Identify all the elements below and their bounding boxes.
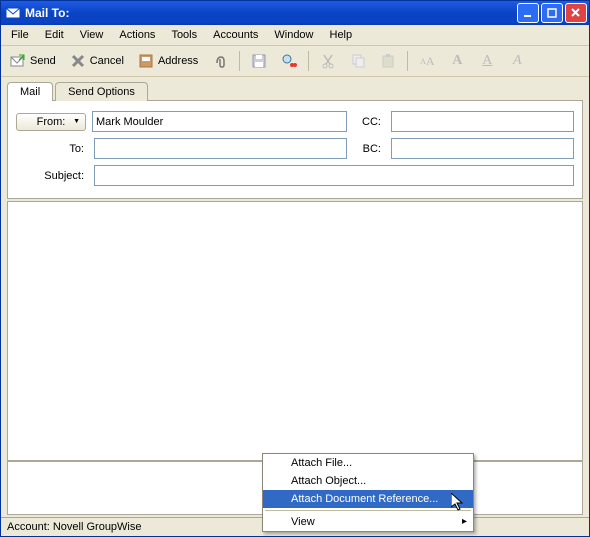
from-input[interactable] xyxy=(92,111,347,132)
menu-accounts[interactable]: Accounts xyxy=(207,27,264,43)
window-title: Mail To: xyxy=(25,6,515,20)
context-menu: Attach File... Attach Object... Attach D… xyxy=(262,453,474,532)
close-button[interactable] xyxy=(565,3,587,23)
menu-file[interactable]: File xyxy=(5,27,35,43)
cancel-button[interactable]: Cancel xyxy=(65,50,129,72)
menu-bar: File Edit View Actions Tools Accounts Wi… xyxy=(1,25,589,46)
ctx-separator xyxy=(265,510,471,511)
to-label: To: xyxy=(16,141,88,157)
italic-button[interactable]: A xyxy=(504,50,530,72)
bc-input[interactable] xyxy=(391,138,574,159)
maximize-button[interactable] xyxy=(541,3,563,23)
address-label: Address xyxy=(158,55,198,67)
send-icon xyxy=(10,53,26,69)
menu-view[interactable]: View xyxy=(74,27,110,43)
header-form: From: CC: To: BC: Subject: xyxy=(7,100,583,199)
paperclip-icon xyxy=(212,53,228,69)
tab-strip: Mail Send Options xyxy=(1,77,589,100)
font-size-button[interactable]: AA xyxy=(414,50,440,72)
underline-icon: A xyxy=(479,53,495,69)
save-button[interactable] xyxy=(246,50,272,72)
menu-window[interactable]: Window xyxy=(268,27,319,43)
tab-mail[interactable]: Mail xyxy=(7,82,53,101)
underline-button[interactable]: A xyxy=(474,50,500,72)
to-input[interactable] xyxy=(94,138,347,159)
app-icon xyxy=(5,5,21,21)
paste-button[interactable] xyxy=(375,50,401,72)
separator xyxy=(308,51,309,71)
menu-edit[interactable]: Edit xyxy=(39,27,70,43)
ctx-view[interactable]: View xyxy=(263,513,473,531)
paste-icon xyxy=(380,53,396,69)
from-dropdown[interactable]: From: xyxy=(16,113,86,131)
ctx-attach-docref[interactable]: Attach Document Reference... xyxy=(263,490,473,508)
toolbar: Send Cancel Address A xyxy=(1,46,589,77)
send-button[interactable]: Send xyxy=(5,50,61,72)
address-button[interactable]: Address xyxy=(133,50,203,72)
cc-label: CC: xyxy=(353,114,385,130)
italic-icon: A xyxy=(509,53,525,69)
spellcheck-icon xyxy=(281,53,297,69)
separator xyxy=(407,51,408,71)
separator xyxy=(239,51,240,71)
tab-send-options[interactable]: Send Options xyxy=(55,82,148,101)
bc-label: BC: xyxy=(353,141,385,157)
subject-input[interactable] xyxy=(94,165,574,186)
cancel-icon xyxy=(70,53,86,69)
spellcheck-button[interactable] xyxy=(276,50,302,72)
compose-window: Mail To: File Edit View Actions Tools Ac… xyxy=(0,0,590,537)
subject-label: Subject: xyxy=(16,168,88,184)
bold-icon: A xyxy=(449,53,465,69)
send-label: Send xyxy=(30,55,56,67)
cc-input[interactable] xyxy=(391,111,574,132)
minimize-button[interactable] xyxy=(517,3,539,23)
font-size-icon: AA xyxy=(419,53,435,69)
title-bar: Mail To: xyxy=(1,1,589,25)
status-account: Account: Novell GroupWise xyxy=(7,521,142,533)
bold-button[interactable]: A xyxy=(444,50,470,72)
ctx-attach-file[interactable]: Attach File... xyxy=(263,454,473,472)
save-icon xyxy=(251,53,267,69)
copy-button[interactable] xyxy=(345,50,371,72)
copy-icon xyxy=(350,53,366,69)
cancel-label: Cancel xyxy=(90,55,124,67)
from-label: From: xyxy=(37,116,66,128)
menu-tools[interactable]: Tools xyxy=(165,27,203,43)
address-icon xyxy=(138,53,154,69)
cut-icon xyxy=(320,53,336,69)
attach-button[interactable] xyxy=(207,50,233,72)
menu-help[interactable]: Help xyxy=(324,27,359,43)
ctx-attach-object[interactable]: Attach Object... xyxy=(263,472,473,490)
cut-button[interactable] xyxy=(315,50,341,72)
message-body[interactable] xyxy=(7,201,583,461)
menu-actions[interactable]: Actions xyxy=(113,27,161,43)
